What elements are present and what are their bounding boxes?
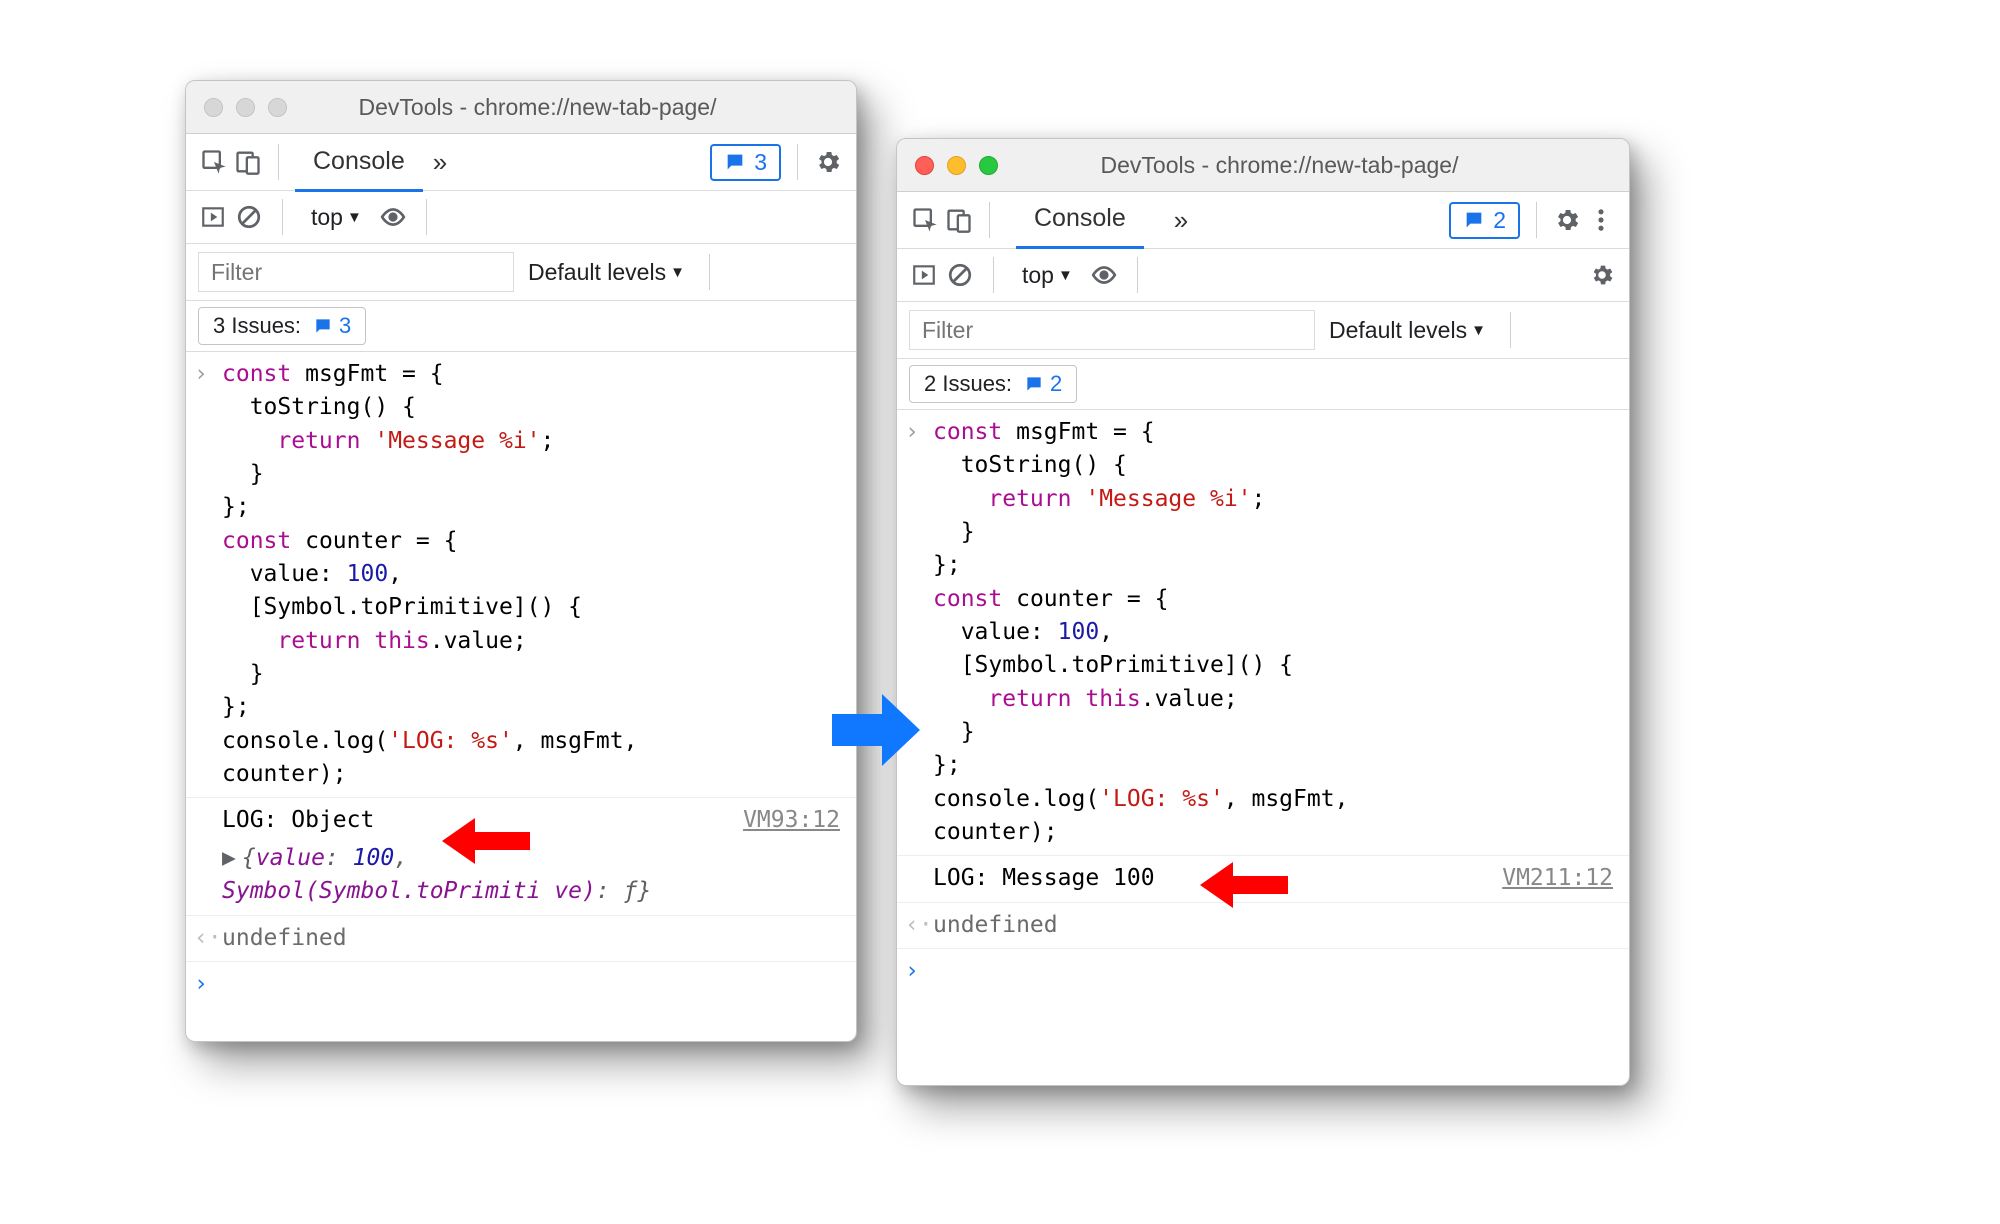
- log-level-selector[interactable]: Default levels ▼: [528, 259, 685, 286]
- traffic-lights: [204, 98, 287, 117]
- divider: [1510, 312, 1511, 348]
- chevron-right-icon: ›: [194, 358, 222, 791]
- console-context-bar: top ▼: [186, 191, 856, 244]
- divider: [278, 144, 279, 180]
- divider: [282, 199, 283, 235]
- return-value: undefined: [222, 922, 347, 955]
- window-title: DevTools - chrome://new-tab-page/: [998, 152, 1611, 179]
- minimize-window-button[interactable]: [236, 98, 255, 117]
- blue-arrow-icon: [832, 690, 922, 770]
- issues-pill[interactable]: 2 Issues: 2: [909, 365, 1077, 403]
- tab-console[interactable]: Console: [1016, 191, 1144, 249]
- source-link[interactable]: VM211:12: [1490, 862, 1613, 895]
- clear-console-icon[interactable]: [947, 262, 973, 288]
- divider: [1536, 202, 1537, 238]
- inspect-tool-icon[interactable]: [911, 206, 939, 234]
- tab-console[interactable]: Console: [295, 134, 423, 192]
- divider: [709, 254, 710, 290]
- chevron-right-icon: ›: [905, 955, 933, 988]
- devtools-window-left: DevTools - chrome://new-tab-page/ Consol…: [185, 80, 857, 1042]
- chevron-right-icon: ›: [194, 968, 222, 1001]
- console-prompt[interactable]: ›: [186, 962, 856, 1007]
- issues-bar: 3 Issues: 3: [186, 301, 856, 352]
- red-arrow-icon: [1198, 860, 1288, 910]
- console-return-row: ‹· undefined: [186, 916, 856, 962]
- console-input-code: const msgFmt = { toString() { return 'Me…: [933, 416, 1613, 849]
- main-toolbar: Console » 3: [186, 134, 856, 191]
- inspect-tool-icon[interactable]: [200, 148, 228, 176]
- console-context-bar: top ▼: [897, 249, 1629, 302]
- filter-input[interactable]: [909, 310, 1315, 350]
- context-selector[interactable]: top ▼: [303, 202, 370, 233]
- divider: [797, 144, 798, 180]
- gear-icon[interactable]: [814, 148, 842, 176]
- return-arrow-icon: ‹·: [905, 909, 933, 942]
- divider: [426, 199, 427, 235]
- eye-icon[interactable]: [1091, 262, 1117, 288]
- filter-input[interactable]: [198, 252, 514, 292]
- divider: [989, 202, 990, 238]
- filter-bar: Default levels ▼: [897, 302, 1629, 359]
- issues-bar: 2 Issues: 2: [897, 359, 1629, 410]
- console-messages: › const msgFmt = { toString() { return '…: [897, 410, 1629, 1085]
- divider: [993, 257, 994, 293]
- show-sidebar-icon[interactable]: [911, 262, 937, 288]
- gear-icon[interactable]: [1589, 262, 1615, 288]
- show-sidebar-icon[interactable]: [200, 204, 226, 230]
- console-input-row: › const msgFmt = { toString() { return '…: [186, 352, 856, 798]
- device-toolbar-icon[interactable]: [945, 206, 973, 234]
- kebab-menu-icon[interactable]: [1587, 206, 1615, 234]
- close-window-button[interactable]: [204, 98, 223, 117]
- source-link[interactable]: VM93:12: [731, 804, 840, 837]
- return-arrow-icon: ‹·: [194, 922, 222, 955]
- red-arrow-icon: [440, 816, 530, 866]
- devtools-window-right: DevTools - chrome://new-tab-page/ Consol…: [896, 138, 1630, 1086]
- divider: [1137, 257, 1138, 293]
- issue-count-badge[interactable]: 3: [710, 144, 781, 181]
- return-value: undefined: [933, 909, 1058, 942]
- issues-pill[interactable]: 3 Issues: 3: [198, 307, 366, 345]
- more-tabs-icon[interactable]: »: [1170, 205, 1192, 236]
- traffic-lights: [915, 156, 998, 175]
- console-prompt[interactable]: ›: [897, 949, 1629, 994]
- chevron-right-icon: ›: [905, 416, 933, 849]
- console-input-code: const msgFmt = { toString() { return 'Me…: [222, 358, 840, 791]
- log-level-selector[interactable]: Default levels ▼: [1329, 317, 1486, 344]
- zoom-window-button[interactable]: [979, 156, 998, 175]
- console-messages: › const msgFmt = { toString() { return '…: [186, 352, 856, 1041]
- gear-icon[interactable]: [1553, 206, 1581, 234]
- clear-console-icon[interactable]: [236, 204, 262, 230]
- context-selector[interactable]: top ▼: [1014, 260, 1081, 291]
- window-title: DevTools - chrome://new-tab-page/: [287, 94, 838, 121]
- eye-icon[interactable]: [380, 204, 406, 230]
- issue-count-badge[interactable]: 2: [1449, 202, 1520, 239]
- minimize-window-button[interactable]: [947, 156, 966, 175]
- device-toolbar-icon[interactable]: [234, 148, 262, 176]
- titlebar: DevTools - chrome://new-tab-page/: [897, 139, 1629, 192]
- zoom-window-button[interactable]: [268, 98, 287, 117]
- titlebar: DevTools - chrome://new-tab-page/: [186, 81, 856, 134]
- console-input-row: › const msgFmt = { toString() { return '…: [897, 410, 1629, 856]
- close-window-button[interactable]: [915, 156, 934, 175]
- more-tabs-icon[interactable]: »: [429, 147, 451, 178]
- filter-bar: Default levels ▼: [186, 244, 856, 301]
- main-toolbar: Console » 2: [897, 192, 1629, 249]
